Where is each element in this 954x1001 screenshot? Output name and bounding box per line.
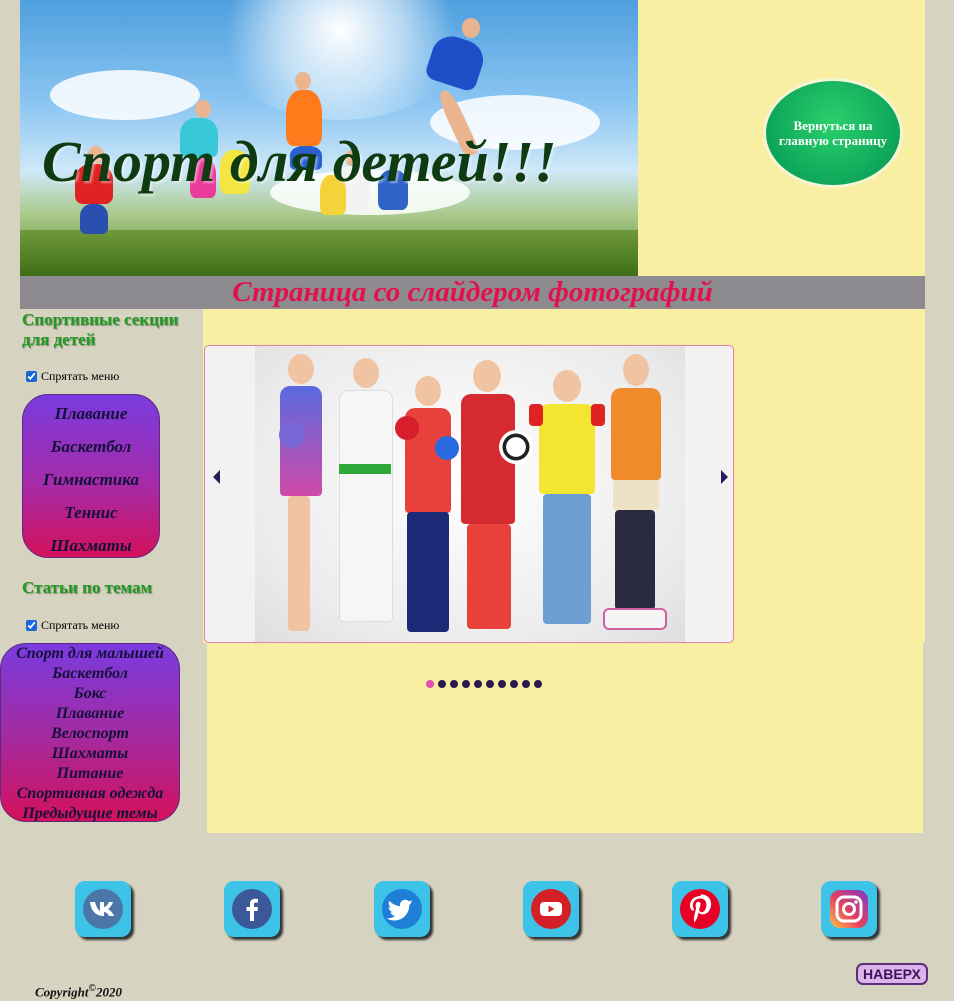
page-title: Спорт для детей!!! bbox=[42, 129, 557, 194]
hero-grass bbox=[20, 230, 638, 276]
hero-cloud bbox=[50, 70, 200, 120]
slider-dot[interactable] bbox=[510, 680, 518, 688]
sports-menu-item[interactable]: Шахматы bbox=[23, 529, 159, 562]
article-menu-item[interactable]: Спорт для малышей bbox=[1, 644, 179, 664]
copyright-year: 2020 bbox=[95, 984, 122, 1000]
child-figure bbox=[611, 388, 661, 480]
article-menu-item[interactable]: Питание bbox=[1, 764, 179, 784]
copyright-prefix: Copyright bbox=[35, 984, 89, 1000]
hide-articles-menu-toggle[interactable]: Спрятать меню bbox=[26, 618, 119, 633]
vk-icon bbox=[83, 889, 123, 929]
child-figure bbox=[339, 390, 393, 622]
sports-menu-item[interactable]: Теннис bbox=[23, 496, 159, 529]
instagram-icon[interactable] bbox=[821, 881, 877, 937]
subtitle-bar: Страница со слайдером фотографий bbox=[20, 276, 925, 309]
copyright: Copyright©2020 bbox=[35, 983, 122, 1000]
facebook-icon bbox=[232, 889, 272, 929]
facebook-icon[interactable] bbox=[224, 881, 280, 937]
pinterest-icon[interactable] bbox=[672, 881, 728, 937]
child-figure bbox=[435, 436, 459, 460]
child-figure bbox=[553, 370, 581, 402]
slider-dot[interactable] bbox=[462, 680, 470, 688]
child-figure bbox=[353, 358, 379, 388]
slider-next-arrow[interactable] bbox=[721, 470, 728, 484]
article-menu-item[interactable]: Бокс bbox=[1, 684, 179, 704]
slider-dot[interactable] bbox=[522, 680, 530, 688]
slider-dot[interactable] bbox=[474, 680, 482, 688]
copyright-symbol: © bbox=[88, 983, 96, 994]
page-subtitle: Страница со слайдером фотографий bbox=[232, 276, 713, 308]
article-menu-item[interactable]: Шахматы bbox=[1, 744, 179, 764]
slider-dot[interactable] bbox=[486, 680, 494, 688]
articles-title: Статьи по темам bbox=[22, 578, 153, 597]
child-figure bbox=[603, 608, 667, 630]
pinterest-icon bbox=[680, 889, 720, 929]
child-figure bbox=[415, 376, 441, 406]
kid-figure bbox=[195, 100, 211, 118]
slider-dot[interactable] bbox=[534, 680, 542, 688]
articles-menu: Спорт для малышей Баскетбол Бокс Плавани… bbox=[0, 643, 180, 822]
youtube-icon[interactable] bbox=[523, 881, 579, 937]
child-figure bbox=[288, 496, 310, 631]
hide-sports-menu-checkbox[interactable] bbox=[26, 371, 37, 382]
slider-dots bbox=[426, 680, 542, 688]
photo-slider bbox=[204, 345, 734, 643]
slider-dot[interactable] bbox=[426, 680, 434, 688]
child-figure bbox=[288, 354, 314, 384]
child-figure bbox=[473, 360, 501, 392]
child-figure bbox=[395, 416, 419, 440]
article-menu-item[interactable]: Спортивная одежда bbox=[1, 784, 179, 804]
slider-dot[interactable] bbox=[498, 680, 506, 688]
youtube-icon bbox=[531, 889, 571, 929]
article-menu-item[interactable]: Плавание bbox=[1, 704, 179, 724]
twitter-icon[interactable] bbox=[374, 881, 430, 937]
twitter-icon bbox=[382, 889, 422, 929]
kid-figure bbox=[80, 204, 108, 234]
article-menu-item[interactable]: Предыдущие темы bbox=[1, 804, 179, 821]
back-to-home-button[interactable]: Вернуться на главную страницу bbox=[763, 78, 903, 188]
instagram-icon bbox=[830, 890, 868, 928]
back-to-top-button[interactable]: НАВЕРХ bbox=[856, 963, 928, 985]
slider-dot[interactable] bbox=[450, 680, 458, 688]
child-figure bbox=[529, 404, 543, 426]
hide-articles-label: Спрятать меню bbox=[41, 618, 120, 632]
sports-menu: Плавание Баскетбол Гимнастика Теннис Шах… bbox=[22, 394, 160, 558]
sports-menu-item[interactable]: Плавание bbox=[23, 397, 159, 430]
sports-menu-item[interactable]: Баскетбол bbox=[23, 430, 159, 463]
vk-icon[interactable] bbox=[75, 881, 131, 937]
child-figure bbox=[623, 354, 649, 386]
hide-menu-label: Спрятать меню bbox=[41, 369, 120, 383]
child-figure bbox=[613, 480, 659, 510]
hide-articles-menu-checkbox[interactable] bbox=[26, 620, 37, 631]
kid-figure bbox=[295, 72, 311, 90]
slider-dot[interactable] bbox=[438, 680, 446, 688]
child-figure bbox=[615, 510, 655, 610]
child-figure bbox=[339, 464, 391, 474]
child-figure bbox=[499, 430, 533, 464]
slide-image bbox=[255, 346, 685, 642]
lower-panel bbox=[207, 643, 923, 833]
child-figure bbox=[539, 404, 595, 494]
sports-menu-item[interactable]: Гимнастика bbox=[23, 463, 159, 496]
kid-figure bbox=[462, 18, 480, 38]
child-figure bbox=[279, 422, 305, 448]
child-figure bbox=[543, 494, 591, 624]
child-figure bbox=[591, 404, 605, 426]
article-menu-item[interactable]: Баскетбол bbox=[1, 664, 179, 684]
hide-sports-menu-toggle[interactable]: Спрятать меню bbox=[26, 369, 119, 384]
child-figure bbox=[467, 524, 511, 629]
slider-prev-arrow[interactable] bbox=[213, 470, 220, 484]
child-figure bbox=[407, 512, 449, 632]
article-menu-item[interactable]: Велоспорт bbox=[1, 724, 179, 744]
hero-image: Спорт для детей!!! bbox=[20, 0, 638, 276]
sections-title: Спортивные секции для детей bbox=[22, 310, 179, 349]
